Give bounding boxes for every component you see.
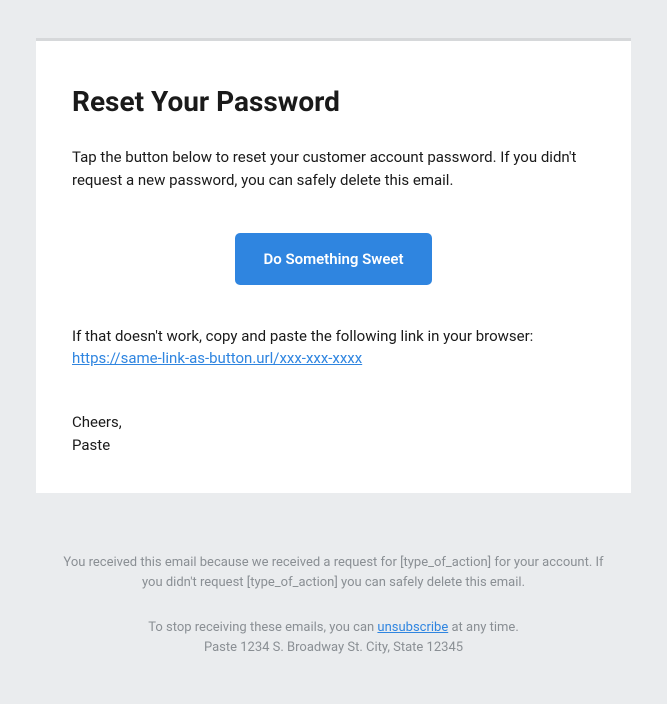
footer-address: Paste 1234 S. Broadway St. City, State 1… [60,638,607,658]
fallback-link[interactable]: https://same-link-as-button.url/xxx-xxx-… [72,349,362,367]
footer-unsubscribe-post: at any time. [448,620,519,635]
email-card: Reset Your Password Tap the button below… [36,38,631,493]
reset-password-button[interactable]: Do Something Sweet [235,233,431,285]
unsubscribe-link[interactable]: unsubscribe [377,620,448,635]
signoff-greeting: Cheers, [72,411,595,434]
fallback-instruction: If that doesn't work, copy and paste the… [72,325,595,348]
email-body-text: Tap the button below to reset your custo… [72,146,595,193]
signoff-name: Paste [72,434,595,457]
email-title: Reset Your Password [72,85,595,118]
signoff: Cheers, Paste [72,411,595,458]
button-container: Do Something Sweet [72,233,595,285]
footer-reason: You received this email because we recei… [60,553,607,593]
email-footer: You received this email because we recei… [36,493,631,658]
footer-unsubscribe-line: To stop receiving these emails, you can … [60,618,607,638]
footer-unsubscribe-pre: To stop receiving these emails, you can [148,620,377,635]
